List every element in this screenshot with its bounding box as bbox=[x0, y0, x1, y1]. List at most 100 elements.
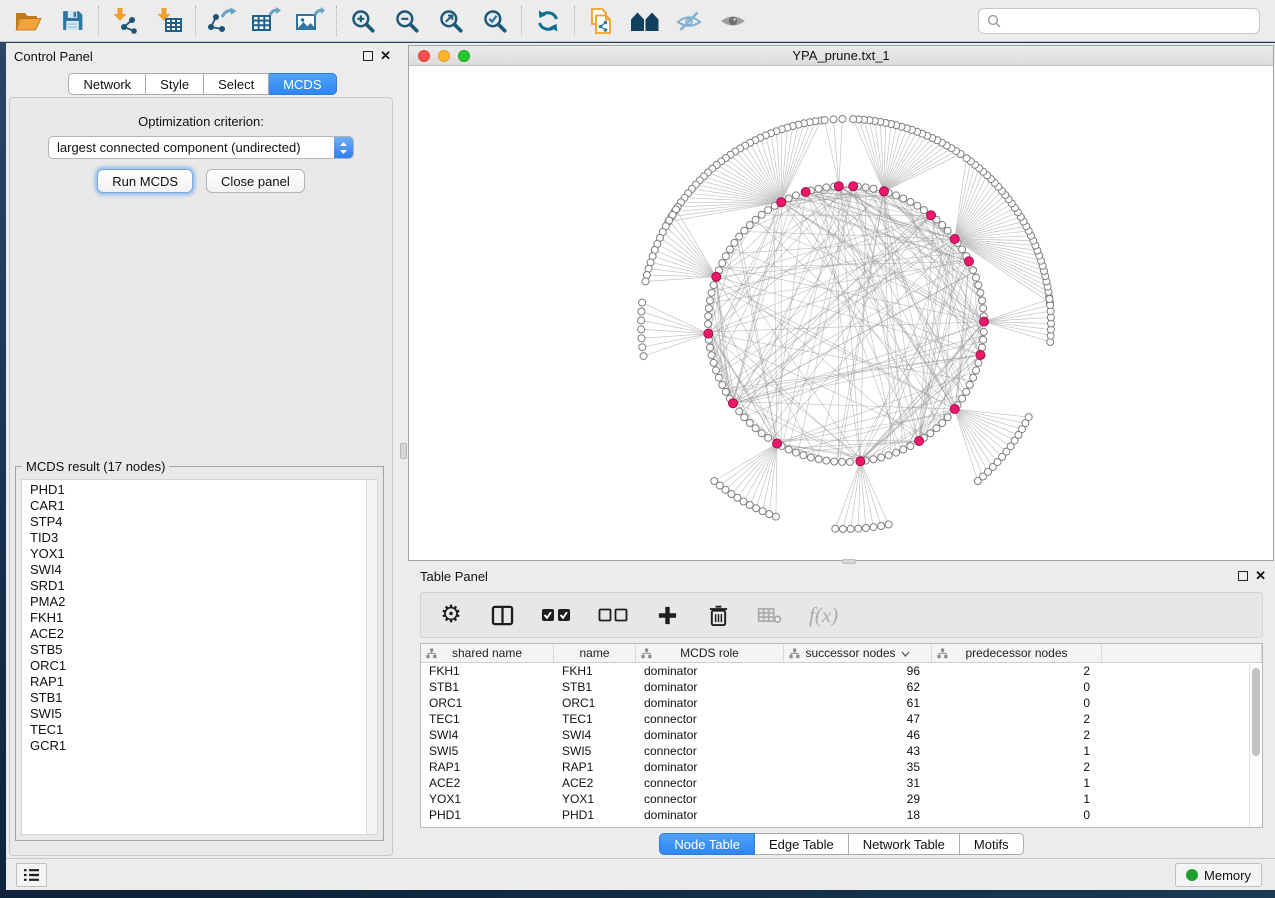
toolbar-separator bbox=[98, 6, 99, 36]
mcds-result-item[interactable]: STB5 bbox=[22, 642, 365, 658]
node-table: shared namenameMCDS rolesuccessor nodesp… bbox=[420, 643, 1263, 828]
mcds-result-item[interactable]: SWI5 bbox=[22, 706, 365, 722]
column-header-successor-nodes[interactable]: successor nodes bbox=[784, 644, 932, 662]
memory-status-icon bbox=[1186, 869, 1198, 881]
toolbar-separator bbox=[195, 6, 196, 36]
mcds-result-item[interactable]: ORC1 bbox=[22, 658, 365, 674]
float-panel-icon[interactable] bbox=[363, 51, 373, 61]
table-row[interactable]: ACE2ACE2connector311 bbox=[421, 775, 1262, 791]
mcds-result-item[interactable]: STB1 bbox=[22, 690, 365, 706]
export-image-icon[interactable] bbox=[292, 5, 328, 37]
close-panel-button[interactable]: Close panel bbox=[206, 169, 305, 193]
open-file-icon[interactable] bbox=[10, 5, 46, 37]
network-title: YPA_prune.txt_1 bbox=[409, 48, 1273, 63]
table-header-row: shared namenameMCDS rolesuccessor nodesp… bbox=[421, 644, 1262, 663]
tab-mcds[interactable]: MCDS bbox=[269, 73, 336, 95]
select-all-icon[interactable] bbox=[541, 600, 571, 630]
mcds-result-group: MCDS result (17 nodes) PHD1CAR1STP4TID3Y… bbox=[15, 466, 384, 841]
memory-label: Memory bbox=[1204, 868, 1251, 883]
zoom-fit-icon[interactable] bbox=[433, 5, 469, 37]
table-settings-icon[interactable]: ⚙ bbox=[439, 600, 463, 630]
table-row[interactable]: SWI4SWI4dominator462 bbox=[421, 727, 1262, 743]
network-canvas[interactable] bbox=[409, 67, 1273, 560]
table-scrollbar[interactable] bbox=[1249, 664, 1262, 827]
show-columns-icon[interactable] bbox=[490, 600, 514, 630]
import-network-icon[interactable] bbox=[107, 5, 143, 37]
column-header-MCDS-role[interactable]: MCDS role bbox=[636, 644, 784, 662]
column-header-shared-name[interactable]: shared name bbox=[421, 644, 554, 662]
zoom-out-icon[interactable] bbox=[389, 5, 425, 37]
table-close-icon[interactable]: ✕ bbox=[1255, 568, 1266, 584]
table-row[interactable]: SWI5SWI5connector431 bbox=[421, 743, 1262, 759]
save-session-icon[interactable] bbox=[54, 5, 90, 37]
mcds-result-item[interactable]: GCR1 bbox=[22, 738, 365, 754]
network-title-bar: YPA_prune.txt_1 bbox=[409, 46, 1273, 66]
search-box[interactable] bbox=[978, 8, 1260, 34]
table-row[interactable]: TEC1TEC1connector472 bbox=[421, 711, 1262, 727]
memory-button[interactable]: Memory bbox=[1175, 863, 1262, 887]
refresh-view-icon[interactable] bbox=[530, 5, 566, 37]
mcds-result-item[interactable]: STP4 bbox=[22, 514, 365, 530]
mcds-result-item[interactable]: PMA2 bbox=[22, 594, 365, 610]
tab-motifs[interactable]: Motifs bbox=[960, 833, 1024, 855]
mcds-result-item[interactable]: CAR1 bbox=[22, 498, 365, 514]
task-list-icon bbox=[23, 868, 40, 882]
mcds-result-item[interactable]: RAP1 bbox=[22, 674, 365, 690]
column-header-name[interactable]: name bbox=[554, 644, 636, 662]
mcds-result-list: PHD1CAR1STP4TID3YOX1SWI4SRD1PMA2FKH1ACE2… bbox=[22, 482, 365, 834]
table-row[interactable]: RAP1RAP1dominator352 bbox=[421, 759, 1262, 775]
mcds-result-item[interactable]: TEC1 bbox=[22, 722, 365, 738]
control-panel-tabs: NetworkStyleSelectMCDS bbox=[6, 73, 399, 95]
mcds-result-item[interactable]: YOX1 bbox=[22, 546, 365, 562]
add-column-icon[interactable] bbox=[655, 600, 679, 630]
import-table-icon[interactable] bbox=[151, 5, 187, 37]
mcds-result-item[interactable]: TID3 bbox=[22, 530, 365, 546]
table-row[interactable]: FKH1FKH1dominator962 bbox=[421, 663, 1262, 679]
export-table-icon[interactable] bbox=[248, 5, 284, 37]
tab-select[interactable]: Select bbox=[204, 73, 269, 95]
show-all-icon[interactable] bbox=[715, 5, 751, 37]
mcds-result-item[interactable]: PHD1 bbox=[22, 482, 365, 498]
network-graph[interactable] bbox=[409, 67, 1273, 560]
splitter-grip[interactable] bbox=[400, 443, 407, 459]
copy-network-icon[interactable] bbox=[583, 5, 619, 37]
export-network-icon[interactable] bbox=[204, 5, 240, 37]
tab-style[interactable]: Style bbox=[146, 73, 204, 95]
close-panel-icon[interactable]: ✕ bbox=[380, 48, 391, 64]
criterion-select[interactable]: largest connected component (undirected) bbox=[48, 136, 354, 159]
task-history-button[interactable] bbox=[16, 863, 47, 887]
zoom-selected-icon[interactable] bbox=[477, 5, 513, 37]
delete-columns-icon[interactable] bbox=[706, 600, 730, 630]
mcds-buttons-row: Run MCDS Close panel bbox=[10, 169, 392, 193]
vertical-splitter[interactable] bbox=[399, 43, 408, 858]
table-body: FKH1FKH1dominator962STB1STB1dominator620… bbox=[421, 663, 1262, 823]
mcds-tab-content: Optimization criterion: largest connecte… bbox=[9, 97, 393, 856]
table-row[interactable]: STB1STB1dominator620 bbox=[421, 679, 1262, 695]
table-scrollbar-thumb[interactable] bbox=[1252, 668, 1260, 756]
table-row[interactable]: ORC1ORC1dominator610 bbox=[421, 695, 1262, 711]
table-row[interactable]: YOX1YOX1connector291 bbox=[421, 791, 1262, 807]
deselect-all-icon[interactable] bbox=[598, 600, 628, 630]
search-input[interactable] bbox=[1006, 13, 1251, 28]
mcds-result-item[interactable]: SRD1 bbox=[22, 578, 365, 594]
mcds-list-scrollbar[interactable] bbox=[366, 480, 377, 834]
column-header-predecessor-nodes[interactable]: predecessor nodes bbox=[932, 644, 1102, 662]
zoom-in-icon[interactable] bbox=[345, 5, 381, 37]
hide-selected-icon[interactable] bbox=[671, 5, 707, 37]
tab-network[interactable]: Network bbox=[68, 73, 146, 95]
mcds-result-item[interactable]: FKH1 bbox=[22, 610, 365, 626]
tab-edge-table[interactable]: Edge Table bbox=[755, 833, 849, 855]
tab-network-table[interactable]: Network Table bbox=[849, 833, 960, 855]
tree-icon bbox=[789, 648, 800, 662]
mcds-result-item[interactable]: ACE2 bbox=[22, 626, 365, 642]
run-mcds-button[interactable]: Run MCDS bbox=[97, 169, 193, 193]
first-neighbors-icon[interactable] bbox=[627, 5, 663, 37]
optimization-criterion-label: Optimization criterion: bbox=[10, 114, 392, 129]
criterion-selected-value: largest connected component (undirected) bbox=[57, 140, 301, 155]
mcds-result-listbox: PHD1CAR1STP4TID3YOX1SWI4SRD1PMA2FKH1ACE2… bbox=[21, 479, 378, 835]
table-float-icon[interactable] bbox=[1238, 571, 1248, 581]
mcds-result-item[interactable]: SWI4 bbox=[22, 562, 365, 578]
tab-node-table[interactable]: Node Table bbox=[659, 833, 755, 855]
table-row[interactable]: PHD1PHD1dominator180 bbox=[421, 807, 1262, 823]
main-toolbar bbox=[0, 0, 1275, 42]
